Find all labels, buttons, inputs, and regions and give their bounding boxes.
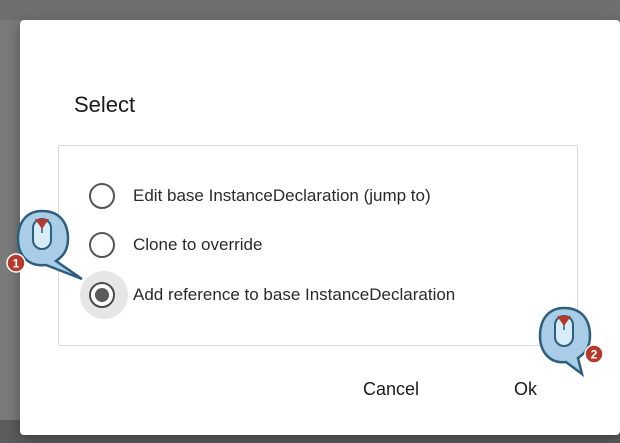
option-label: Clone to override: [133, 235, 263, 254]
radio-button[interactable]: [89, 183, 115, 209]
radio-button[interactable]: [89, 232, 115, 258]
callout-step-number: 1: [13, 257, 20, 271]
option-clone-override[interactable]: Clone to override: [89, 230, 262, 260]
dialog-title: Select: [74, 92, 136, 117]
callout-step-number: 2: [591, 348, 598, 362]
option-label: Add reference to base InstanceDeclaratio…: [133, 285, 456, 304]
option-add-reference[interactable]: Add reference to base InstanceDeclaratio…: [80, 271, 456, 319]
options-group: Edit base InstanceDeclaration (jump to) …: [58, 145, 578, 346]
backdrop-top: [0, 0, 620, 20]
mouse-click-callout-icon: 2: [538, 306, 604, 378]
mouse-click-callout-icon: 1: [6, 209, 83, 281]
option-label: Edit base InstanceDeclaration (jump to): [133, 186, 431, 205]
ok-button[interactable]: Ok: [514, 379, 537, 400]
radio-button-selected[interactable]: [89, 282, 115, 308]
cancel-button[interactable]: Cancel: [363, 379, 419, 400]
option-edit-base[interactable]: Edit base InstanceDeclaration (jump to): [89, 181, 431, 211]
